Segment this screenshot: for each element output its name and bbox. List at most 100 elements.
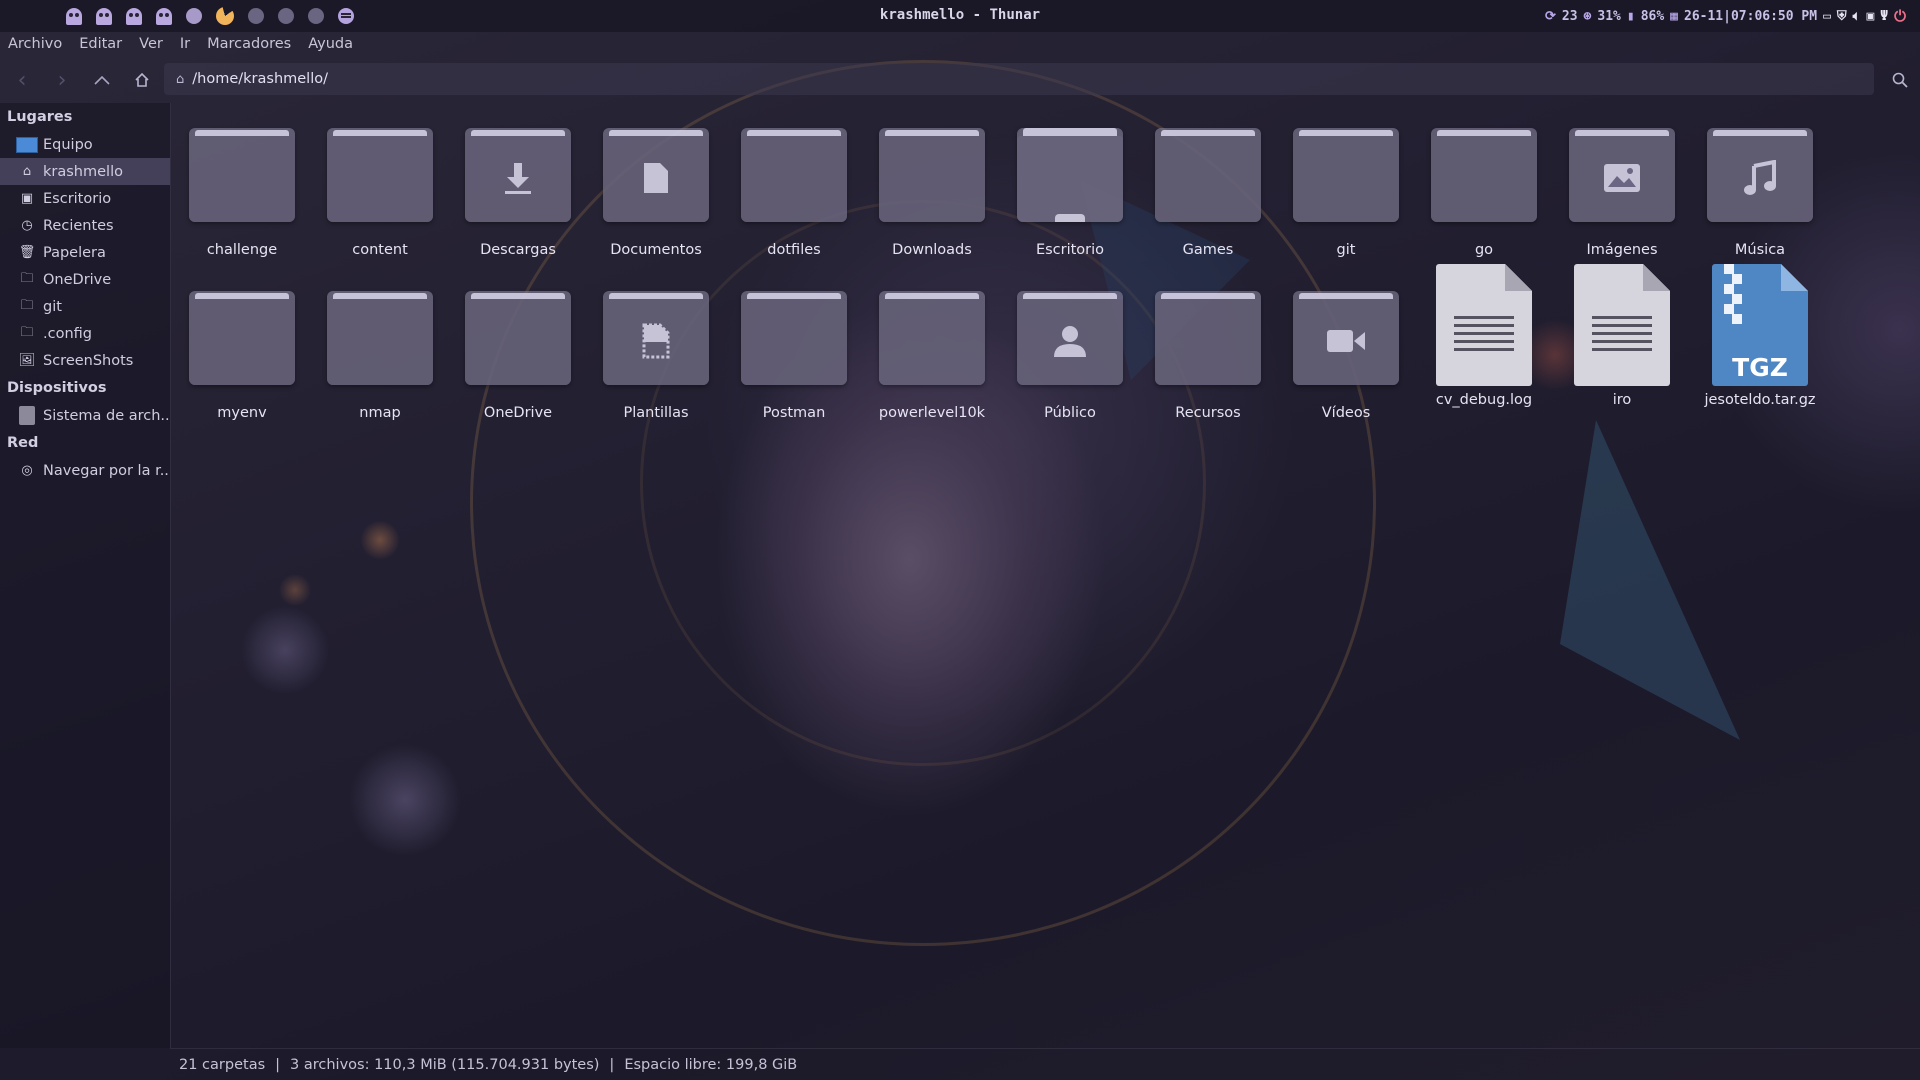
file-item-escritorio[interactable]: Escritorio xyxy=(1010,113,1130,258)
file-name: cv_debug.log xyxy=(1435,392,1533,408)
file-item-git[interactable]: git xyxy=(1286,113,1406,258)
sidebar-item-label: Navegar por la r... xyxy=(43,462,170,479)
sidebar-item-screenshots[interactable]: 🖼︎ ScreenShots xyxy=(0,347,170,374)
folder-icon xyxy=(879,291,985,385)
clock[interactable]: 26-11|07:06:50 PM xyxy=(1684,9,1817,24)
wallpaper-shard xyxy=(1560,420,1740,740)
sidebar-item-krashmello[interactable]: ⌂ krashmello xyxy=(0,158,170,185)
updates-icon[interactable]: ⟳ xyxy=(1545,9,1556,24)
file-item-imagenes[interactable]: Imágenes xyxy=(1562,113,1682,258)
sidebar-item-onedrive[interactable]: 🗀︎ OneDrive xyxy=(0,266,170,293)
updates-count: 23 xyxy=(1561,8,1578,24)
sidebar-item-sistema-de-archivos[interactable]: Sistema de arch... xyxy=(0,402,170,429)
sidebar-item-label: Equipo xyxy=(43,136,93,153)
toolbar: ‹ › ⌂ /home/krashmello/ xyxy=(0,60,1920,100)
file-item-challenge[interactable]: challenge xyxy=(182,113,302,258)
screen-icon[interactable]: ▭ xyxy=(1823,9,1831,24)
menu-ayuda[interactable]: Ayuda xyxy=(308,36,353,52)
file-name: Postman xyxy=(762,405,826,421)
file-name: go xyxy=(1474,242,1494,258)
chevron-up-icon xyxy=(94,75,110,85)
file-name: iro xyxy=(1612,392,1632,408)
home-button[interactable] xyxy=(126,60,158,100)
file-name: OneDrive xyxy=(483,405,553,421)
file-name: dotfiles xyxy=(767,242,821,258)
file-item-recursos[interactable]: Recursos xyxy=(1148,276,1268,421)
file-item-powerlevel10k[interactable]: powerlevel10k xyxy=(872,276,992,421)
file-item-postman[interactable]: Postman xyxy=(734,276,854,421)
sidebar-item-equipo[interactable]: Equipo xyxy=(0,131,170,158)
sidebar-item-label: ScreenShots xyxy=(43,352,134,369)
power-icon[interactable]: ⏻ xyxy=(1894,7,1906,25)
status-free-space: Espacio libre: 199,8 GiB xyxy=(624,1056,798,1073)
forward-button[interactable]: › xyxy=(46,60,78,100)
usb-icon[interactable]: Ψ xyxy=(1880,9,1888,24)
sidebar-section-red: Red xyxy=(7,435,39,451)
file-item-descargas[interactable]: Descargas xyxy=(458,113,578,258)
folder-icon: 🗀︎ xyxy=(20,324,34,340)
text-file-icon xyxy=(1436,264,1532,386)
music-folder-icon xyxy=(1707,128,1813,222)
folder-icon xyxy=(1155,291,1261,385)
file-name: Vídeos xyxy=(1321,405,1371,421)
file-item-nmap[interactable]: nmap xyxy=(320,276,440,421)
menu-bar: Archivo Editar Ver Ir Marcadores Ayuda xyxy=(0,32,1920,56)
desktop-icon xyxy=(1055,214,1085,222)
file-name: git xyxy=(1336,242,1356,258)
public-folder-icon xyxy=(1017,291,1123,385)
file-item-jesoteldo-tar-gz[interactable]: TGZ jesoteldo.tar.gz xyxy=(1700,264,1820,408)
up-button[interactable] xyxy=(86,60,118,100)
file-item-iro[interactable]: iro xyxy=(1562,264,1682,408)
file-item-plantillas[interactable]: Plantillas xyxy=(596,276,716,421)
sidebar-item-escritorio[interactable]: ▣ Escritorio xyxy=(0,185,170,212)
folder-icon xyxy=(741,291,847,385)
file-name: Público xyxy=(1044,405,1096,421)
file-name: Plantillas xyxy=(623,405,689,421)
menu-ir[interactable]: Ir xyxy=(180,36,190,52)
home-icon: ⌂ xyxy=(176,71,185,87)
cpu-usage: 31% xyxy=(1597,8,1621,24)
file-item-publico[interactable]: Público xyxy=(1010,276,1130,421)
location-path: /home/krashmello/ xyxy=(192,71,328,87)
menu-editar[interactable]: Editar xyxy=(79,36,122,52)
back-button[interactable]: ‹ xyxy=(6,60,38,100)
system-tray: ⟳ 23 ⊛ 31% ▮ 86% ▦ 26-11|07:06:50 PM ▭ ⛨… xyxy=(1545,7,1906,25)
sidebar-item-label: krashmello xyxy=(43,163,123,180)
file-item-videos[interactable]: Vídeos xyxy=(1286,276,1406,421)
folder-icon: 🗀︎ xyxy=(20,297,34,313)
folder-icon xyxy=(327,128,433,222)
battery-icon: ▮ xyxy=(1626,8,1635,24)
file-item-downloads[interactable]: Downloads xyxy=(872,113,992,258)
file-item-go[interactable]: go xyxy=(1424,113,1544,258)
templates-folder-icon xyxy=(603,291,709,385)
menu-ver[interactable]: Ver xyxy=(139,36,163,52)
search-button[interactable] xyxy=(1885,60,1915,100)
download-icon xyxy=(505,163,531,194)
image-icon[interactable]: ▣ xyxy=(1866,9,1874,24)
menu-archivo[interactable]: Archivo xyxy=(8,36,62,52)
cpu-icon: ⊛ xyxy=(1583,8,1592,24)
sidebar-item-config[interactable]: 🗀︎ .config xyxy=(0,320,170,347)
file-item-cv-debug-log[interactable]: cv_debug.log xyxy=(1424,264,1544,408)
sidebar-item-recientes[interactable]: ◷ Recientes xyxy=(0,212,170,239)
folder-icon xyxy=(465,291,571,385)
desktop-folder-icon xyxy=(1017,128,1123,222)
sidebar-item-git[interactable]: 🗀︎ git xyxy=(0,293,170,320)
menu-marcadores[interactable]: Marcadores xyxy=(207,36,291,52)
document-icon xyxy=(644,163,668,193)
sidebar-item-papelera[interactable]: 🗑︎ Papelera xyxy=(0,239,170,266)
file-name: myenv xyxy=(217,405,267,421)
shield-icon[interactable]: ⛨ xyxy=(1837,9,1847,24)
file-item-musica[interactable]: Música xyxy=(1700,113,1820,258)
file-item-onedrive[interactable]: OneDrive xyxy=(458,276,578,421)
file-item-myenv[interactable]: myenv xyxy=(182,276,302,421)
file-item-games[interactable]: Games xyxy=(1148,113,1268,258)
file-item-documentos[interactable]: Documentos xyxy=(596,113,716,258)
sidebar-item-navegar-red[interactable]: ◎ Navegar por la r... xyxy=(0,457,170,484)
volume-icon[interactable]: 🔈︎ xyxy=(1853,9,1861,24)
location-bar[interactable]: ⌂ /home/krashmello/ xyxy=(164,63,1874,95)
file-name: Escritorio xyxy=(1035,242,1105,258)
template-icon xyxy=(642,323,670,359)
file-item-content[interactable]: content xyxy=(320,113,440,258)
file-item-dotfiles[interactable]: dotfiles xyxy=(734,113,854,258)
